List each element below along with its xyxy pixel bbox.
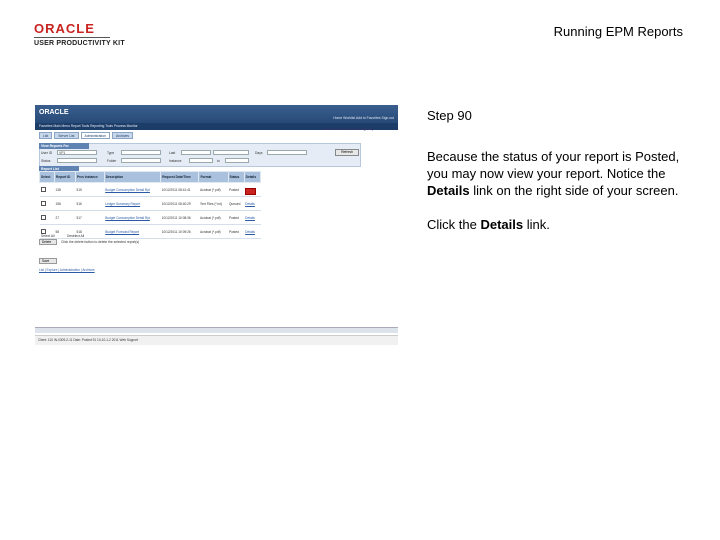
last-field[interactable] — [181, 150, 211, 155]
page-toolbar[interactable]: New Window Customize Page http — [322, 127, 374, 131]
row-checkbox[interactable] — [40, 186, 46, 192]
step-label: Step 90 — [427, 108, 472, 123]
app-top-links[interactable]: Home Worklist Add to Favorites Sign out — [333, 116, 394, 120]
table-row: 138 515 Budget Consumption Detail Rpt 10… — [39, 182, 261, 197]
col-details: Details — [243, 171, 262, 183]
document-title: Running EPM Reports — [553, 24, 683, 39]
tab-list[interactable]: List — [39, 132, 53, 139]
logo-brand: ORACLE — [34, 21, 95, 36]
label-type: Type — [107, 151, 115, 155]
col-report-id: Report ID — [54, 171, 76, 183]
upk-logo: ORACLE USER PRODUCTIVITY KIT — [34, 22, 134, 50]
filter-panel-header: View Reports For — [39, 143, 89, 149]
status-bar: Client: 110 IN-0309-2-11 Date: Posted 91… — [35, 335, 398, 345]
label-days: Days — [255, 151, 263, 155]
report-description-link[interactable]: Budget Consumption Detail Rpt — [104, 182, 161, 197]
details-link[interactable]: Details — [244, 210, 261, 225]
app-tabs: List Server List Administration Archives — [39, 132, 135, 139]
label-user-id: User ID — [41, 151, 53, 155]
deselect-all-link[interactable]: Deselect All — [67, 234, 84, 238]
folder-select[interactable] — [121, 158, 161, 163]
report-description-link[interactable]: Budget Forecast Report — [104, 224, 161, 239]
label-status: Status — [41, 159, 51, 163]
tab-archives[interactable]: Archives — [111, 132, 133, 139]
label-folder: Folder — [107, 159, 117, 163]
col-format: Format — [198, 171, 229, 183]
select-all-link[interactable]: Select All — [41, 234, 55, 238]
delete-note: Click the delete button to delete the se… — [61, 240, 140, 244]
table-header-row: Select Report ID Prcs Instance Descripti… — [38, 171, 262, 183]
details-link[interactable]: Details — [244, 224, 261, 239]
application-screenshot: ORACLE Home Worklist Add to Favorites Si… — [35, 105, 398, 345]
footer-links[interactable]: List | Explore | Administration | Archiv… — [39, 268, 95, 272]
instruction-paragraph-1: Because the status of your report is Pos… — [427, 149, 680, 198]
table-row: 158 516 Ledger Summary Report 10/12/2011… — [39, 196, 261, 211]
status-select[interactable] — [57, 158, 97, 163]
row-checkbox[interactable] — [40, 228, 46, 234]
col-prcs-instance: Prcs Instance — [75, 171, 105, 183]
report-list-table: Select Report ID Prcs Instance Descripti… — [38, 171, 262, 239]
logo-rule — [34, 37, 110, 38]
col-request-date: Request Date/Time — [160, 171, 200, 183]
details-keyword: Details — [427, 183, 470, 198]
status-select-top[interactable] — [267, 150, 307, 155]
col-select: Select — [38, 171, 56, 183]
row-checkbox[interactable] — [40, 214, 46, 220]
label-instance: Instance — [169, 159, 182, 163]
instruction-text: Because the status of your report is Pos… — [427, 148, 687, 250]
report-description-link[interactable]: Budget Consumption Detail Rpt — [104, 210, 161, 225]
delete-button[interactable]: Delete — [39, 239, 57, 245]
logo-product: USER PRODUCTIVITY KIT — [34, 40, 125, 47]
instance-to-field[interactable] — [225, 158, 249, 163]
tab-administration[interactable]: Administration — [80, 132, 110, 139]
details-keyword-action: Details — [480, 217, 524, 232]
save-button[interactable]: Save — [39, 258, 57, 264]
instance-from-field[interactable] — [189, 158, 213, 163]
user-id-field[interactable]: VP1 — [57, 150, 97, 155]
days-select[interactable] — [213, 150, 249, 155]
type-select[interactable] — [121, 150, 161, 155]
label-to: to — [217, 159, 220, 163]
refresh-button[interactable]: Refresh — [335, 149, 359, 156]
app-nav-items[interactable]: Favorites Main Menu Report Tools Reporti… — [39, 124, 138, 128]
table-row: 27 517 Budget Consumption Detail Rpt 10/… — [39, 210, 261, 225]
horizontal-scrollbar[interactable] — [35, 327, 398, 333]
details-highlight-marker — [245, 188, 256, 195]
row-checkbox[interactable] — [40, 200, 46, 206]
col-status: Status — [227, 171, 245, 183]
label-last: Last — [169, 151, 176, 155]
col-description: Description — [103, 171, 162, 183]
app-brand-bar: ORACLE Home Worklist Add to Favorites Si… — [35, 105, 398, 123]
details-link[interactable]: Details — [244, 196, 261, 211]
instruction-paragraph-2: Click the Details link. — [427, 217, 550, 232]
report-description-link[interactable]: Ledger Summary Report — [104, 196, 161, 211]
tab-server-list[interactable]: Server List — [54, 132, 79, 139]
app-brand: ORACLE — [39, 109, 69, 116]
